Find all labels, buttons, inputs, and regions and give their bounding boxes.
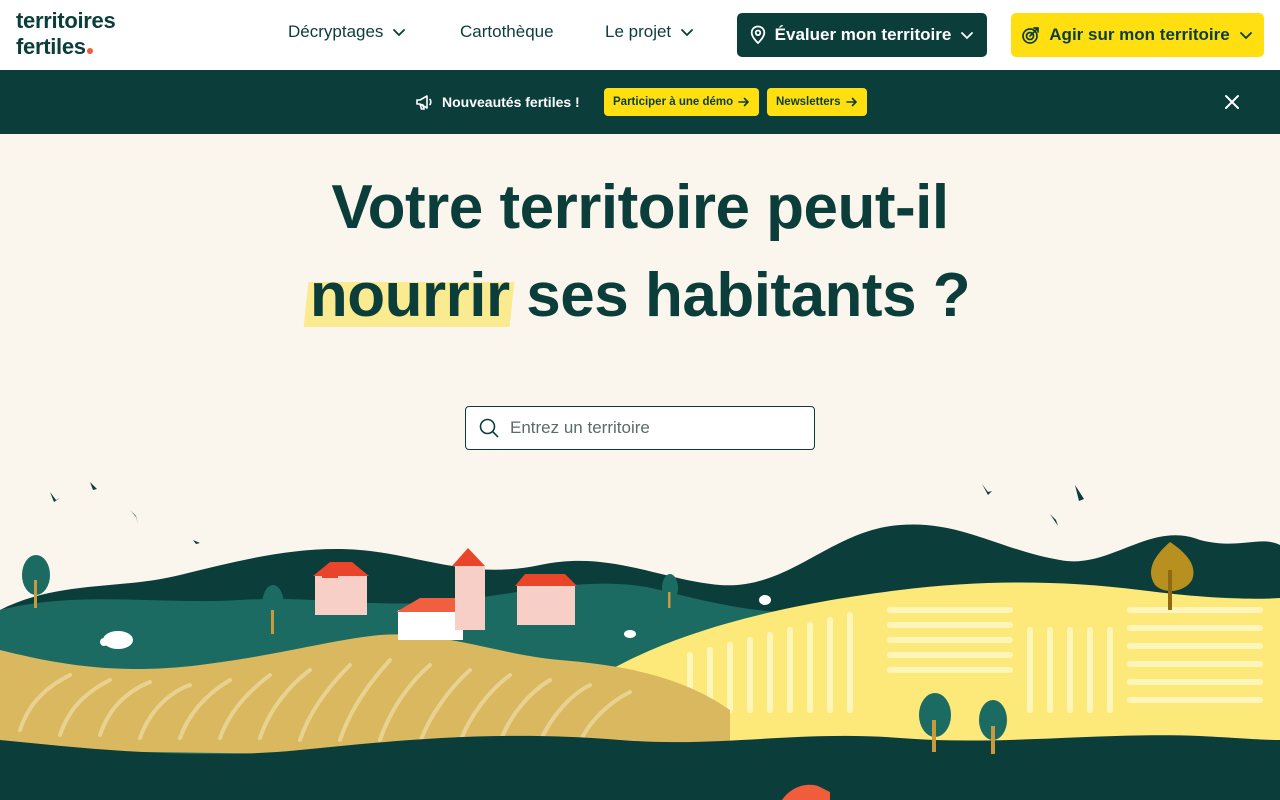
megaphone-icon bbox=[416, 95, 432, 110]
landscape-illustration bbox=[0, 482, 1280, 800]
logo-line1: territoires bbox=[16, 8, 116, 33]
logo-dot bbox=[86, 48, 93, 54]
nav-cartotheque[interactable]: Cartothèque bbox=[460, 22, 554, 42]
nav-decryptages[interactable]: Décryptages bbox=[288, 22, 407, 42]
site-header: territoires fertiles Décryptages Cartoth… bbox=[0, 0, 1280, 70]
evaluate-territory-button[interactable]: Évaluer mon territoire bbox=[737, 13, 987, 57]
newsletter-pill-button[interactable]: Newsletters bbox=[767, 88, 867, 116]
chevron-down-icon bbox=[681, 29, 694, 37]
chevron-down-icon bbox=[961, 32, 974, 40]
act-territory-button[interactable]: Agir sur mon territoire bbox=[1011, 13, 1264, 57]
hero-title-line1: Votre territoire peut-il bbox=[331, 173, 949, 242]
banner-title-text: Nouveautés fertiles ! bbox=[442, 94, 580, 110]
close-icon[interactable] bbox=[1222, 92, 1242, 112]
nav-le-projet[interactable]: Le projet bbox=[605, 22, 695, 42]
hero-highlight-word: nourrir bbox=[309, 261, 510, 330]
logo[interactable]: territoires fertiles bbox=[16, 8, 116, 60]
arrow-right-icon bbox=[738, 97, 750, 107]
logo-line2: fertiles bbox=[16, 34, 86, 59]
newsletter-pill-label: Newsletters bbox=[776, 96, 841, 108]
map-pin-icon bbox=[750, 25, 765, 45]
search-icon bbox=[479, 418, 499, 438]
demo-pill-button[interactable]: Participer à une démo bbox=[604, 88, 760, 116]
evaluate-territory-label: Évaluer mon territoire bbox=[774, 25, 952, 44]
territory-search[interactable] bbox=[465, 406, 815, 450]
nav-le-projet-label: Le projet bbox=[605, 22, 672, 41]
arrow-right-icon bbox=[845, 97, 857, 107]
chevron-down-icon bbox=[1239, 32, 1252, 40]
hero-title-line2-rest: ses habitants ? bbox=[509, 261, 971, 330]
announcement-banner: Nouveautés fertiles ! Participer à une d… bbox=[0, 70, 1280, 134]
demo-pill-label: Participer à une démo bbox=[613, 96, 734, 108]
nav-cartotheque-label: Cartothèque bbox=[460, 22, 554, 41]
hero-title-line2: nourrir ses habitants ? bbox=[0, 260, 1280, 331]
chevron-down-icon bbox=[393, 29, 406, 37]
nav-decryptages-label: Décryptages bbox=[288, 22, 384, 41]
search-input[interactable] bbox=[510, 418, 800, 438]
target-growth-icon bbox=[1022, 27, 1040, 44]
banner-title: Nouveautés fertiles ! bbox=[414, 92, 580, 112]
act-territory-label: Agir sur mon territoire bbox=[1049, 25, 1230, 44]
